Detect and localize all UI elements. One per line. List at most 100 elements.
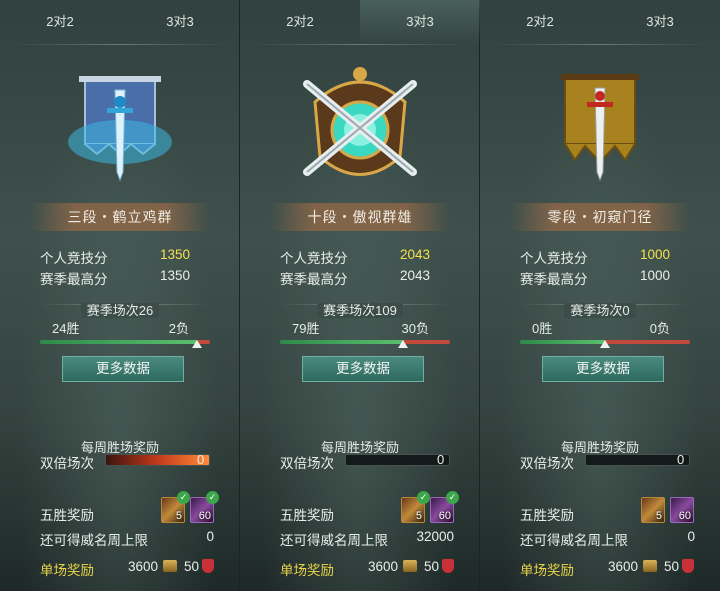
rank-panel-1: 2对2 3对3 三段・鹤立鸡群 个人竞技分 1350 赛季最高分 1350 赛季… xyxy=(0,0,240,591)
weekly-cap-label: 还可得威名周上限 xyxy=(40,533,148,548)
double-games-value: 0 xyxy=(437,452,445,467)
wins-count: 79胜 xyxy=(292,321,320,336)
tab-2v2[interactable]: 2对2 xyxy=(0,0,120,44)
item-count: 5 xyxy=(415,510,422,522)
season-games-label: 赛季场次0 xyxy=(564,303,636,318)
coin-icon xyxy=(643,560,657,572)
weekly-cap-value: 0 xyxy=(206,529,214,544)
personal-score-value: 2043 xyxy=(399,247,430,262)
season-high-value: 1000 xyxy=(639,268,670,283)
tab-divider xyxy=(10,44,230,45)
item-count: 5 xyxy=(175,510,182,522)
single-match-reward-label: 单场奖励 xyxy=(40,563,94,578)
more-data-button[interactable]: 更多数据 xyxy=(542,356,664,382)
season-games-label: 赛季场次109 xyxy=(317,303,403,318)
reward-chest-item[interactable]: 5 ✓ xyxy=(161,491,190,523)
win-ratio-marker xyxy=(600,340,610,348)
season-games: 赛季场次26 xyxy=(0,300,240,319)
mode-tabs: 2对2 3对3 xyxy=(0,0,240,44)
reward-chest-item[interactable]: 5 xyxy=(641,497,665,523)
season-high-value: 1350 xyxy=(159,268,190,283)
check-icon: ✓ xyxy=(206,491,219,504)
losses-count: 2负 xyxy=(168,321,189,336)
win-loss-bar xyxy=(40,340,210,344)
reward-token-item[interactable]: 60 ✓ xyxy=(430,491,459,523)
rank-title: 三段・鹤立鸡群 xyxy=(30,203,210,231)
win-bar-fill xyxy=(280,340,404,344)
double-games-bar xyxy=(345,454,450,466)
check-icon: ✓ xyxy=(177,491,190,504)
item-count: 5 xyxy=(655,510,662,522)
season-high-value: 2043 xyxy=(399,268,430,283)
double-games-label: 双倍场次 xyxy=(520,456,574,471)
item-count: 60 xyxy=(678,510,691,522)
single-coin-value: 3600 xyxy=(608,559,639,574)
single-match-reward-label: 单场奖励 xyxy=(520,563,574,578)
reward-token-item[interactable]: 60 ✓ xyxy=(190,491,219,523)
weekly-cap-label: 还可得威名周上限 xyxy=(280,533,388,548)
more-data-button[interactable]: 更多数据 xyxy=(302,356,424,382)
coin-icon xyxy=(163,560,177,572)
double-games-bar xyxy=(105,454,210,466)
single-shield-value: 50 xyxy=(184,559,200,574)
crossed-swords-crest-icon xyxy=(302,67,417,176)
five-win-reward-label: 五胜奖励 xyxy=(280,508,334,523)
double-games-fill xyxy=(106,455,209,465)
rank-title: 十段・傲视群雄 xyxy=(270,203,450,231)
mode-tabs: 2对2 3对3 xyxy=(480,0,720,44)
tab-3v3[interactable]: 3对3 xyxy=(360,0,480,44)
coin-icon xyxy=(403,560,417,572)
more-data-button[interactable]: 更多数据 xyxy=(62,356,184,382)
wins-count: 24胜 xyxy=(52,321,80,336)
reward-token-item[interactable]: 60 xyxy=(670,497,694,523)
tab-3v3[interactable]: 3对3 xyxy=(120,0,240,44)
season-games-label: 赛季场次26 xyxy=(80,303,160,318)
losses-count: 0负 xyxy=(649,321,670,336)
rank-title: 零段・初窥门径 xyxy=(510,203,690,231)
tab-3v3[interactable]: 3对3 xyxy=(600,0,720,44)
personal-score-label: 个人竞技分 xyxy=(40,251,108,266)
double-games-value: 0 xyxy=(677,452,685,467)
blue-banner-sword-icon xyxy=(67,76,172,182)
single-shield-value: 50 xyxy=(424,559,440,574)
shield-icon xyxy=(442,559,454,573)
shield-icon xyxy=(202,559,214,573)
weekly-cap-value: 32000 xyxy=(416,529,454,544)
season-games: 赛季场次109 xyxy=(240,300,480,319)
gold-banner-sword-icon xyxy=(561,74,639,182)
personal-score-label: 个人竞技分 xyxy=(280,251,348,266)
five-win-reward-label: 五胜奖励 xyxy=(40,508,94,523)
personal-score-value: 1000 xyxy=(639,247,670,262)
personal-score-label: 个人竞技分 xyxy=(520,251,588,266)
check-icon: ✓ xyxy=(417,491,430,504)
win-bar-fill xyxy=(520,340,605,344)
item-count: 60 xyxy=(438,510,451,522)
tab-2v2[interactable]: 2对2 xyxy=(480,0,600,44)
season-high-label: 赛季最高分 xyxy=(280,272,348,287)
check-icon: ✓ xyxy=(446,491,459,504)
reward-chest-item[interactable]: 5 ✓ xyxy=(401,491,430,523)
single-match-reward-label: 单场奖励 xyxy=(280,563,334,578)
double-games-label: 双倍场次 xyxy=(280,456,334,471)
losses-count: 30负 xyxy=(401,321,429,336)
season-games: 赛季场次0 xyxy=(480,300,720,319)
single-shield-value: 50 xyxy=(664,559,680,574)
tab-divider xyxy=(250,44,470,45)
win-ratio-marker xyxy=(191,340,202,348)
mode-tabs: 2对2 3对3 xyxy=(240,0,480,44)
shield-icon xyxy=(682,559,694,573)
win-loss-bar xyxy=(280,340,450,344)
tab-divider xyxy=(490,44,710,45)
rank-panel-3: 2对2 3对3 零段・初窥门径 个人竞技分 1000 赛季最高分 1000 赛季… xyxy=(480,0,720,591)
rank-panel-2: 2对2 3对3 十段・傲视群雄 个人竞技分 2043 赛季最高分 2043 赛季… xyxy=(240,0,480,591)
rank-panels: 2对2 3对3 三段・鹤立鸡群 个人竞技分 1350 赛季最高分 1350 赛季… xyxy=(0,0,720,591)
double-games-label: 双倍场次 xyxy=(40,456,94,471)
single-coin-value: 3600 xyxy=(368,559,399,574)
weekly-cap-label: 还可得威名周上限 xyxy=(520,533,628,548)
tab-2v2[interactable]: 2对2 xyxy=(240,0,360,44)
five-win-reward-label: 五胜奖励 xyxy=(520,508,574,523)
double-games-value: 0 xyxy=(197,452,205,467)
win-bar-fill xyxy=(40,340,197,344)
wins-count: 0胜 xyxy=(532,321,553,336)
season-high-label: 赛季最高分 xyxy=(40,272,108,287)
